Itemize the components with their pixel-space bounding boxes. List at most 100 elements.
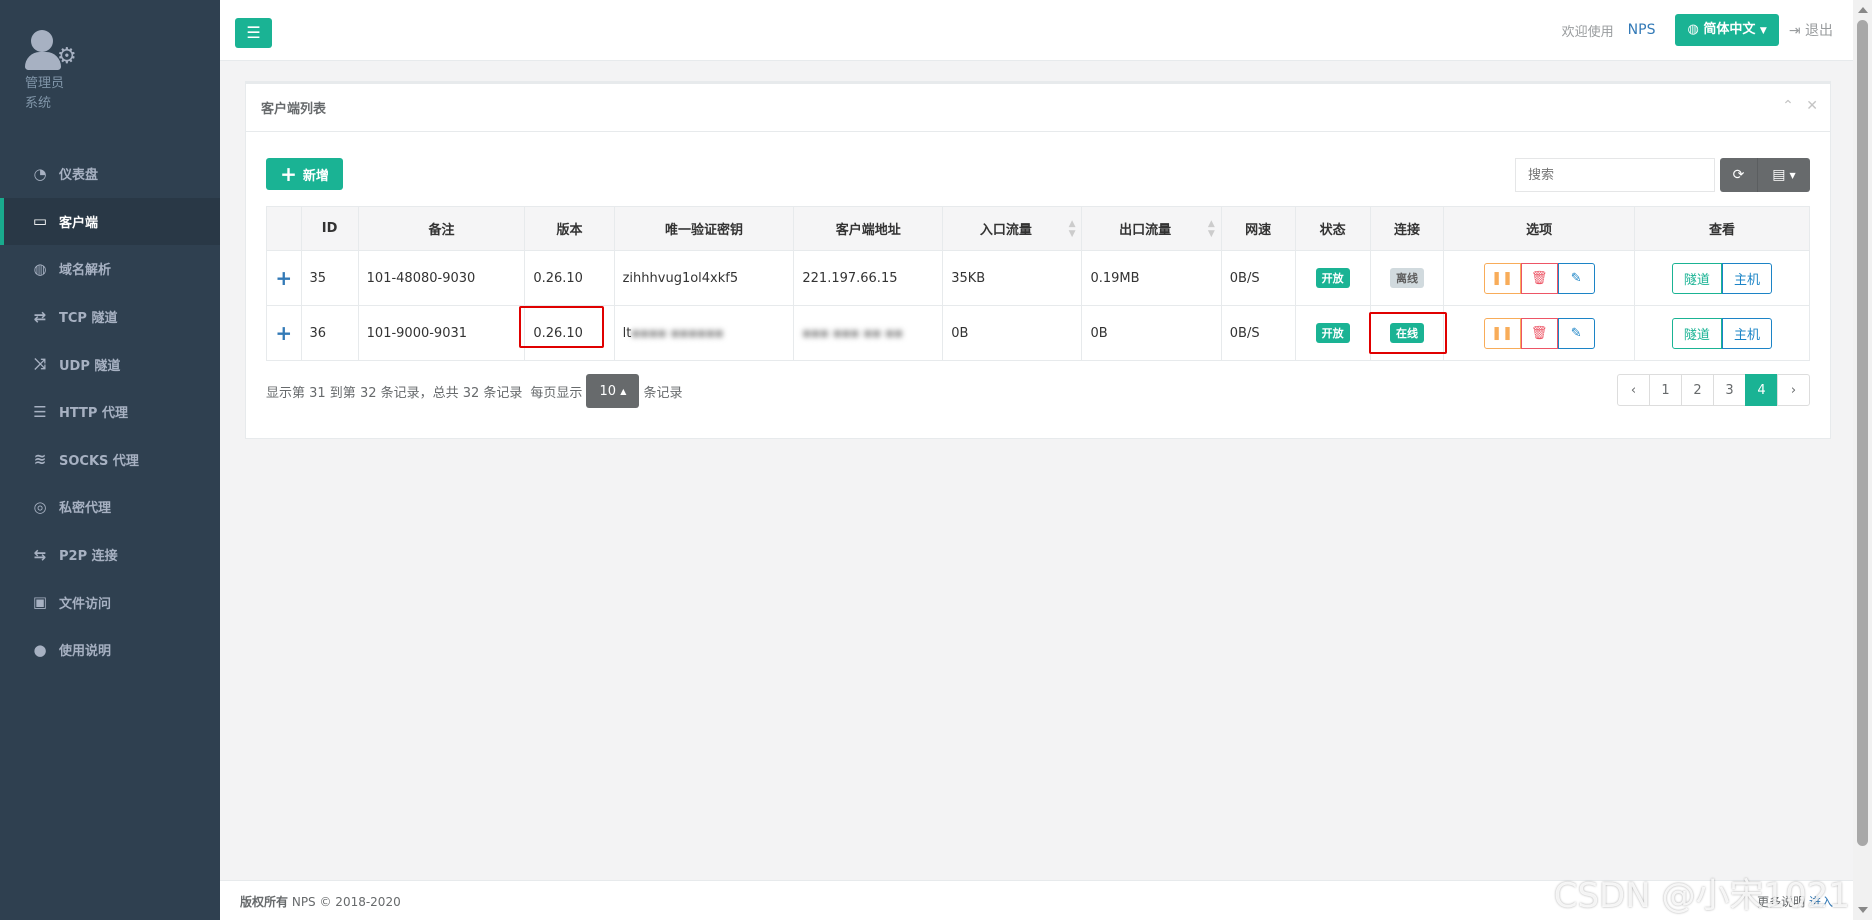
table-row: + 36 101-9000-9031 0.26.10 lt▪▪▪▪ ▪▪▪▪▪▪… [266,305,1811,361]
online-highlight-box [1369,312,1447,354]
host-button[interactable]: 主机 [1721,317,1772,349]
edit-button[interactable]: ✎ [1557,262,1595,294]
refresh-icon: ⟳ [1732,167,1745,183]
col-header[interactable]: 备注 [357,206,526,251]
page-size-dropdown[interactable]: 10 ▲ [586,374,640,408]
expand-row-icon[interactable]: + [266,305,302,361]
cell-speed: 0B/S [1220,305,1296,361]
status-badge: 开放 [1315,268,1350,288]
dashboard-icon: ◔ [33,164,47,183]
page-scrollbar[interactable] [1853,0,1872,920]
pause-icon: ❚❚ [1491,325,1514,341]
nps-link[interactable]: NPS [1628,22,1656,38]
sidebar-item-4[interactable]: ⤨ UDP 隧道 [0,340,220,388]
retweet-icon: ⇄ [33,307,47,326]
delete-button[interactable]: 🗑 [1520,262,1558,294]
col-header[interactable]: 版本 [524,206,615,251]
lightbulb-icon: ● [33,640,47,659]
col-header[interactable]: 网速 [1220,206,1296,251]
logout-link[interactable]: ⇥ 退出 [1789,20,1833,40]
table-row: + 35 101-48080-9030 0.26.10 zihhhvug1ol4… [266,250,1811,306]
sidebar-item-label: 私密代理 [59,501,112,517]
sidebar-item-8[interactable]: ⇆ P2P 连接 [0,531,220,579]
copyright-text: NPS © 2018-2020 [291,895,401,909]
sidebar-item-7[interactable]: ◎ 私密代理 [0,483,220,531]
delete-button[interactable]: 🗑 [1520,317,1558,349]
expand-row-icon[interactable]: + [266,250,302,306]
col-header[interactable]: 客户端地址 [793,206,944,251]
scroll-up-icon[interactable] [1858,7,1868,13]
cell-options: ❚❚ 🗑 ✎ [1443,250,1635,306]
per-page-prefix: 每页显示 [530,385,583,401]
add-label: 新增 [302,168,329,184]
refresh-button[interactable]: ⟳ [1720,158,1758,192]
blurred-address: ▪▪▪ ▪▪▪ ▪▪ ▪▪ [802,325,903,341]
sort-icon: ▲ ▼ [1068,218,1076,239]
sidebar-item-10[interactable]: ● 使用说明 [0,626,220,674]
col-header-label: 出口流量 [1119,222,1172,238]
col-header[interactable]: 连接 [1369,206,1445,251]
edit-button[interactable]: ✎ [1557,317,1595,349]
sidebar-item-label: TCP 隧道 [59,311,118,327]
cell-in-flow: 35KB [942,250,1083,306]
blurred-key: ▪▪▪▪ ▪▪▪▪▪▪ [631,325,724,341]
col-header[interactable]: 状态 [1294,206,1371,251]
scroll-down-icon[interactable] [1858,907,1868,913]
sidebar-item-label: SOCKS 代理 [59,453,139,469]
sidebar-item-9[interactable]: ▣ 文件访问 [0,578,220,626]
page-prev[interactable]: ‹ [1617,374,1650,406]
random-icon: ⤨ [33,355,46,374]
sidebar-item-1[interactable]: ▭ 客户端 [0,197,220,246]
pause-button[interactable]: ❚❚ [1483,262,1521,294]
collapse-icon[interactable]: ⌃ [1782,98,1794,114]
list-icon: ☰ [33,402,47,421]
col-header[interactable]: 唯一验证密钥 [613,206,795,251]
page-1[interactable]: 1 [1649,374,1682,406]
close-icon[interactable]: ✕ [1806,98,1818,114]
scroll-thumb[interactable] [1857,20,1868,846]
columns-toggle-button[interactable]: ▤ ▼ [1758,158,1810,192]
tunnel-button[interactable]: 隧道 [1671,317,1722,349]
per-page-suffix: 条记录 [643,385,683,401]
sidebar-item-label: HTTP 代理 [59,406,128,422]
menu-toggle-button[interactable]: ☰ [235,18,272,48]
host-button[interactable]: 主机 [1721,262,1772,294]
col-header-sortable[interactable]: 出口流量 ▲ ▼ [1081,206,1222,251]
cell-out-flow: 0B [1081,305,1222,361]
page-2[interactable]: 2 [1681,374,1714,406]
user-gear-icon: ⚙ [25,30,77,72]
plus-icon: + [280,162,297,186]
cell-id: 35 [300,250,359,306]
language-dropdown[interactable]: ◍ 简体中文 ▼ [1675,14,1779,46]
caret-up-icon: ▲ [620,386,627,396]
tunnel-button[interactable]: 隧道 [1671,262,1722,294]
cell-key: lt▪▪▪▪ ▪▪▪▪▪▪ [613,305,795,361]
page-3[interactable]: 3 [1713,374,1746,406]
profile-subtitle: 系统 [25,96,52,111]
layers-icon: ≋ [33,450,47,469]
caret-down-icon: ▼ [1759,26,1767,36]
sidebar-item-3[interactable]: ⇄ TCP 隧道 [0,293,220,341]
page-next[interactable]: › [1777,374,1810,406]
col-header[interactable]: ID [300,206,359,251]
copyright-label: 版权所有 [240,895,289,909]
sidebar-item-2[interactable]: ◍ 域名解析 [0,245,220,293]
search-input[interactable] [1515,158,1715,192]
cell-options: ❚❚ 🗑 ✎ [1443,305,1635,361]
sidebar-item-5[interactable]: ☰ HTTP 代理 [0,388,220,436]
copyright: 版权所有 NPS © 2018-2020 [240,893,401,910]
client-table: ID 备注 版本 唯一验证密钥 客户端地址 入口流量 ▲ ▼ 出口流量 ▲ ▼ 网速 状… [266,206,1811,361]
pagination: ‹ 1 2 3 4 › [1617,374,1810,406]
page-4-current[interactable]: 4 [1745,374,1778,406]
pause-button[interactable]: ❚❚ [1483,317,1521,349]
add-client-button[interactable]: + 新增 [266,158,343,190]
col-header-sortable[interactable]: 入口流量 ▲ ▼ [942,206,1083,251]
exchange-icon: ⇆ [33,545,47,564]
sidebar-item-6[interactable]: ≋ SOCKS 代理 [0,436,220,484]
sidebar-item-label: 使用说明 [59,644,112,660]
panel-title: 客户端列表 [261,102,327,117]
profile-role[interactable]: 管理员 [25,74,220,94]
sign-out-icon: ⇥ [1788,23,1801,39]
sidebar-nav: ◔ 仪表盘 ▭ 客户端 ◍ 域名解析 ⇄ TCP 隧道 ⤨ UDP 隧道 ☰ HTTP 代理 ≋ SOCK… [0,150,220,674]
sidebar-item-0[interactable]: ◔ 仪表盘 [0,150,220,198]
